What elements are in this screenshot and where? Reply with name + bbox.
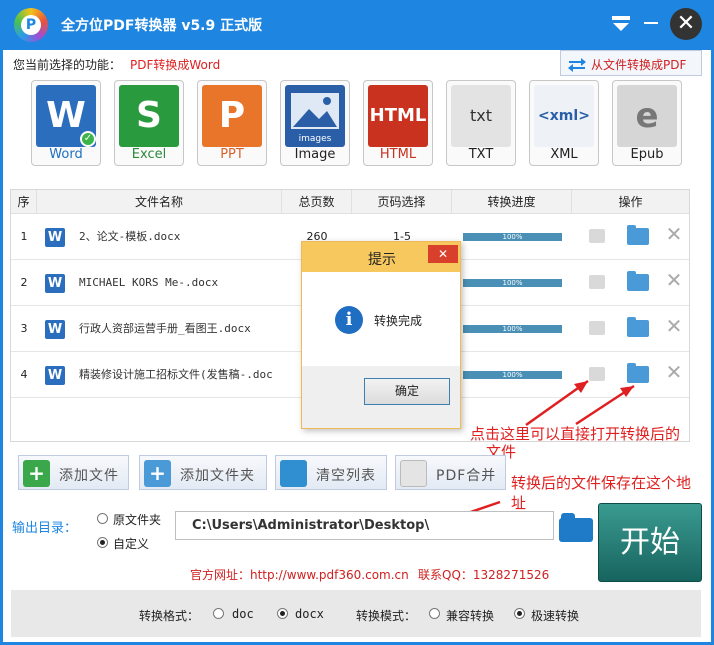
annotation-saved-line1: 转换后的文件保存在这个地	[511, 474, 692, 492]
output-dir-label: 输出目录：	[12, 521, 78, 536]
radio-format-docx-label: docx	[295, 607, 324, 621]
radio-mode-fast-label: 极速转换	[531, 609, 580, 623]
radio-mode-compat[interactable]	[429, 608, 440, 619]
add-folder-icon: +	[144, 460, 171, 487]
trash-icon	[280, 460, 307, 487]
options-bar: 转换格式： doc docx 转换模式： 兼容转换 极速转换	[11, 590, 701, 637]
browse-folder-icon[interactable]	[559, 513, 593, 542]
merge-icon	[400, 460, 427, 487]
annotation-saved-line2: 址	[511, 494, 527, 512]
official-website[interactable]: 官方网址：http://www.pdf360.com.cn	[190, 566, 409, 583]
radio-original-folder[interactable]	[97, 513, 108, 524]
radio-mode-compat-label: 兼容转换	[446, 609, 495, 623]
mode-option-label: 转换模式：	[356, 609, 417, 623]
annotation-open-line1: 点击这里可以直接打开转换后的	[470, 425, 681, 443]
clear-list-button[interactable]: 清空列表	[275, 455, 387, 490]
pdf-merge-label: PDF合并	[436, 468, 497, 484]
start-button[interactable]: 开始	[598, 503, 702, 582]
add-file-button[interactable]: + 添加文件	[18, 455, 129, 490]
pdf-merge-button[interactable]: PDF合并	[395, 455, 506, 490]
add-file-label: 添加文件	[59, 468, 119, 484]
output-path-value: C:\Users\Administrator\Desktop\	[192, 518, 430, 533]
add-file-icon: +	[23, 460, 50, 487]
clear-list-label: 清空列表	[316, 468, 376, 484]
add-folder-button[interactable]: + 添加文件夹	[139, 455, 267, 490]
format-option-label: 转换格式：	[139, 609, 200, 623]
app-logo-icon: P	[14, 8, 48, 42]
radio-mode-fast[interactable]	[514, 608, 525, 619]
radio-custom-folder[interactable]	[97, 537, 108, 548]
output-path-field[interactable]: C:\Users\Administrator\Desktop\	[175, 511, 554, 540]
contact-qq: 联系QQ：1328271526	[418, 568, 550, 582]
radio-format-doc[interactable]	[213, 608, 224, 619]
add-folder-label: 添加文件夹	[180, 468, 255, 484]
radio-format-docx[interactable]	[277, 608, 288, 619]
radio-custom-folder-label: 自定义	[113, 537, 150, 551]
radio-format-doc-label: doc	[232, 607, 254, 621]
radio-original-folder-label: 原文件夹	[113, 513, 162, 527]
